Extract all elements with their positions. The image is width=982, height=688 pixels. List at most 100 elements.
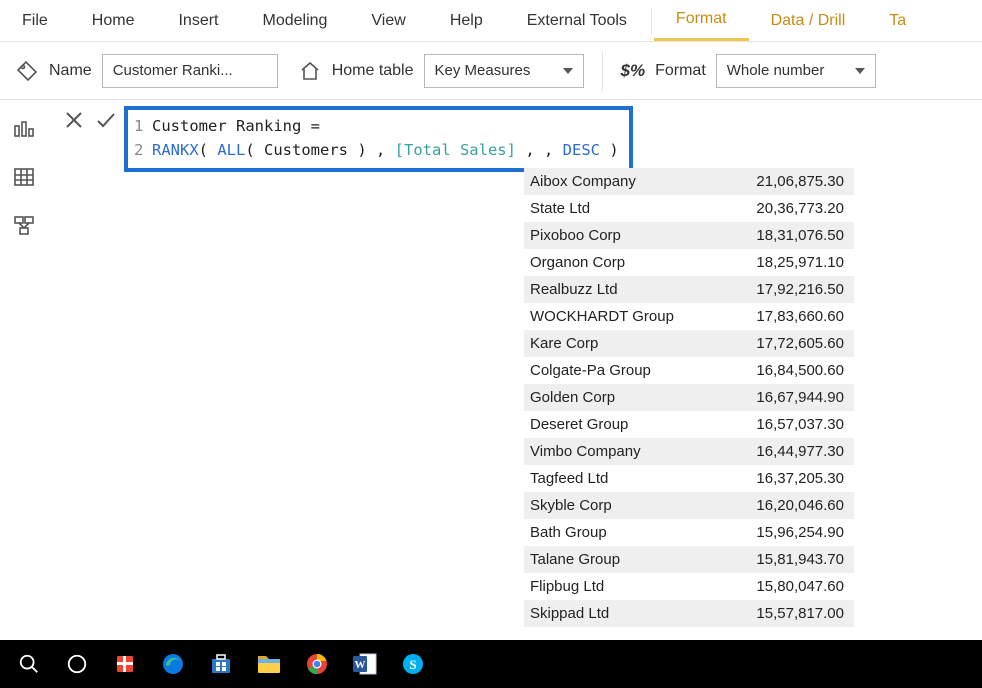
value-cell: 17,72,605.60 [724,335,854,352]
measure-name-value: Customer Ranki... [113,62,233,79]
taskbar-search[interactable] [8,644,50,684]
taskbar-skype[interactable]: S [392,644,434,684]
tag-icon [15,59,39,83]
customer-name-cell: Aibox Company [524,173,724,190]
value-cell: 15,80,047.60 [724,578,854,595]
customer-name-cell: Pixoboo Corp [524,227,724,244]
customer-name-cell: Flipbug Ltd [524,578,724,595]
table-row[interactable]: Organon Corp18,25,971.10 [524,249,854,276]
value-cell: 15,57,817.00 [724,605,854,622]
table-row[interactable]: Skippad Ltd15,57,817.00 [524,600,854,627]
format-dropdown[interactable]: Whole number [716,54,876,88]
taskbar-chrome[interactable] [296,644,338,684]
table-row[interactable]: Colgate-Pa Group16,84,500.60 [524,357,854,384]
customer-name-cell: Deseret Group [524,416,724,433]
customer-name-cell: Talane Group [524,551,724,568]
value-cell: 17,83,660.60 [724,308,854,325]
table-row[interactable]: Bath Group15,96,254.90 [524,519,854,546]
table-row[interactable]: Pixoboo Corp18,31,076.50 [524,222,854,249]
customer-name-cell: Organon Corp [524,254,724,271]
value-cell: 15,96,254.90 [724,524,854,541]
value-cell: 16,44,977.30 [724,443,854,460]
ribbon-properties: Name Customer Ranki... Home table Key Me… [0,42,982,100]
customer-name-cell: Kare Corp [524,335,724,352]
taskbar-word[interactable]: W [344,644,386,684]
table-row[interactable]: Tagfeed Ltd16,37,205.30 [524,465,854,492]
customer-name-cell: Golden Corp [524,389,724,406]
ribbon-tab-home[interactable]: Home [70,0,157,41]
value-cell: 16,37,205.30 [724,470,854,487]
results-table: Aibox Company21,06,875.30State Ltd20,36,… [524,168,854,627]
table-row[interactable]: Golden Corp16,67,944.90 [524,384,854,411]
ribbon-tab-external-tools[interactable]: External Tools [505,0,649,41]
table-row[interactable]: Realbuzz Ltd17,92,216.50 [524,276,854,303]
format-label: Format [655,62,706,80]
value-cell: 15,81,943.70 [724,551,854,568]
table-row[interactable]: State Ltd20,36,773.20 [524,195,854,222]
view-switcher-rail [0,102,48,640]
table-row[interactable]: Vimbo Company16,44,977.30 [524,438,854,465]
value-cell: 17,92,216.50 [724,281,854,298]
customer-name-cell: WOCKHARDT Group [524,308,724,325]
value-cell: 16,67,944.90 [724,389,854,406]
formula-bar: 1Customer Ranking =2RANKX( ALL( Customer… [60,106,978,172]
ribbon-tab-modeling[interactable]: Modeling [240,0,349,41]
taskbar-file-explorer[interactable] [248,644,290,684]
ribbon-tab-view[interactable]: View [349,0,427,41]
value-cell: 16,84,500.60 [724,362,854,379]
windows-taskbar: W S [0,640,982,688]
format-icon: $% [621,61,646,81]
taskbar-edge[interactable] [152,644,194,684]
home-table-dropdown[interactable]: Key Measures [424,54,584,88]
taskbar-cortana[interactable] [56,644,98,684]
table-row[interactable]: Deseret Group16,57,037.30 [524,411,854,438]
model-view-button[interactable] [12,214,36,241]
formula-commit-button[interactable] [92,106,120,134]
formula-cancel-button[interactable] [60,106,88,134]
table-row[interactable]: Skyble Corp16,20,046.60 [524,492,854,519]
name-label: Name [49,62,92,80]
taskbar-store[interactable] [200,644,242,684]
customer-name-cell: Skippad Ltd [524,605,724,622]
value-cell: 21,06,875.30 [724,173,854,190]
home-table-label: Home table [332,62,414,80]
data-view-button[interactable] [12,165,36,192]
ribbon-tab-format[interactable]: Format [654,0,749,41]
home-table-value: Key Measures [435,62,531,79]
report-view-button[interactable] [12,116,36,143]
svg-text:S: S [409,657,416,672]
svg-text:W: W [355,659,366,671]
formula-editor[interactable]: 1Customer Ranking =2RANKX( ALL( Customer… [124,106,633,172]
value-cell: 20,36,773.20 [724,200,854,217]
chevron-down-icon [855,68,865,74]
ribbon-tab-insert[interactable]: Insert [156,0,240,41]
format-value: Whole number [727,62,825,79]
customer-name-cell: State Ltd [524,200,724,217]
table-row[interactable]: Talane Group15,81,943.70 [524,546,854,573]
home-icon [298,59,322,83]
value-cell: 18,25,971.10 [724,254,854,271]
ribbon-tab-ta[interactable]: Ta [867,0,928,41]
customer-name-cell: Vimbo Company [524,443,724,460]
ribbon-menu: FileHomeInsertModelingViewHelpExternal T… [0,0,982,42]
separator [651,8,652,34]
ribbon-tab-help[interactable]: Help [428,0,505,41]
customer-name-cell: Tagfeed Ltd [524,470,724,487]
table-row[interactable]: WOCKHARDT Group17,83,660.60 [524,303,854,330]
customer-name-cell: Bath Group [524,524,724,541]
customer-name-cell: Realbuzz Ltd [524,281,724,298]
table-row[interactable]: Flipbug Ltd15,80,047.60 [524,573,854,600]
table-row[interactable]: Kare Corp17,72,605.60 [524,330,854,357]
measure-name-input[interactable]: Customer Ranki... [102,54,278,88]
taskbar-gift[interactable] [104,644,146,684]
value-cell: 18,31,076.50 [724,227,854,244]
customer-name-cell: Skyble Corp [524,497,724,514]
customer-name-cell: Colgate-Pa Group [524,362,724,379]
value-cell: 16,57,037.30 [724,416,854,433]
ribbon-tab-data-drill[interactable]: Data / Drill [749,0,868,41]
separator [602,51,603,91]
table-row[interactable]: Aibox Company21,06,875.30 [524,168,854,195]
value-cell: 16,20,046.60 [724,497,854,514]
chevron-down-icon [563,68,573,74]
ribbon-tab-file[interactable]: File [4,0,70,41]
